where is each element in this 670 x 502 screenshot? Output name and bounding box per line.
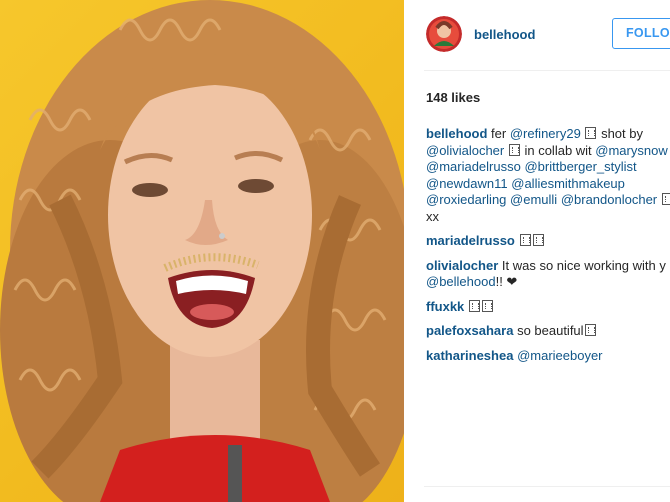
caption-mention[interactable]: @alliesmithmakeup [511,176,625,191]
caption-username[interactable]: bellehood [426,126,487,141]
caption-mention[interactable]: @brittberger_stylist [524,159,636,174]
emoji-glyph-icon [468,299,480,312]
caption-text: in collab wit [520,142,596,158]
caption-mention[interactable]: @marysnow [595,143,667,158]
comment-item: katharineshea @marieeboyer [426,348,670,365]
emoji-glyph-icon [584,324,596,336]
comment-item: palefoxsahara so beautiful [426,323,670,340]
comment-mention[interactable]: @bellehood [426,274,496,289]
emoji-glyph-icon [585,127,597,139]
comment-mention[interactable]: @marieeboyer [517,348,602,363]
comment-text: !! ❤ [495,274,518,289]
caption-mention[interactable]: @emulli [510,192,557,207]
caption-text: xx [426,208,439,224]
caption-mention[interactable]: @newdawn11 [426,176,508,191]
emoji-glyph-icon [508,143,520,156]
comment-username[interactable]: ffuxkk [426,299,464,314]
comment-username[interactable]: olivialocher [426,258,498,273]
post-details-panel: bellehood FOLLOW 148 likes bellehood fer… [404,0,670,502]
caption-text: fer [491,126,510,141]
comment-item: olivialocher It was so nice working with… [426,258,670,291]
portrait-illustration [0,0,404,502]
caption: bellehood fer @refinery29 shot by @olivi… [426,126,670,225]
comment-text: It was so nice working with y [501,257,666,273]
emoji-glyph-icon [481,299,493,312]
caption-mention[interactable]: @brandonlocher [561,192,657,207]
comment-username[interactable]: katharineshea [426,348,513,363]
caption-mention[interactable]: @olivialocher [426,143,504,158]
post-photo[interactable] [0,0,404,502]
comment-username[interactable]: palefoxsahara [426,323,513,338]
comment-text: so beautiful [517,323,584,338]
caption-text: shot by [597,126,643,141]
caption-mention[interactable]: @refinery29 [510,126,581,141]
post-username[interactable]: bellehood [474,27,535,42]
comment-username[interactable]: mariadelrusso [426,233,515,248]
likes-count[interactable]: 148 likes [426,90,480,105]
post-header: bellehood FOLLOW [404,0,670,70]
profile-avatar-icon[interactable] [426,16,462,52]
emoji-glyph-icon [661,193,670,205]
emoji-glyph-icon [519,234,531,246]
comment-item: mariadelrusso [426,233,670,250]
caption-mention[interactable]: @mariadelrusso [426,159,521,174]
caption-mention[interactable]: @roxiedarling [426,192,506,207]
header-divider [424,70,670,71]
comments-list: bellehood fer @refinery29 shot by @olivi… [426,126,670,372]
follow-button[interactable]: FOLLOW [612,18,670,49]
emoji-glyph-icon [532,234,544,246]
footer-divider [424,486,670,487]
comment-item: ffuxkk [426,299,670,316]
